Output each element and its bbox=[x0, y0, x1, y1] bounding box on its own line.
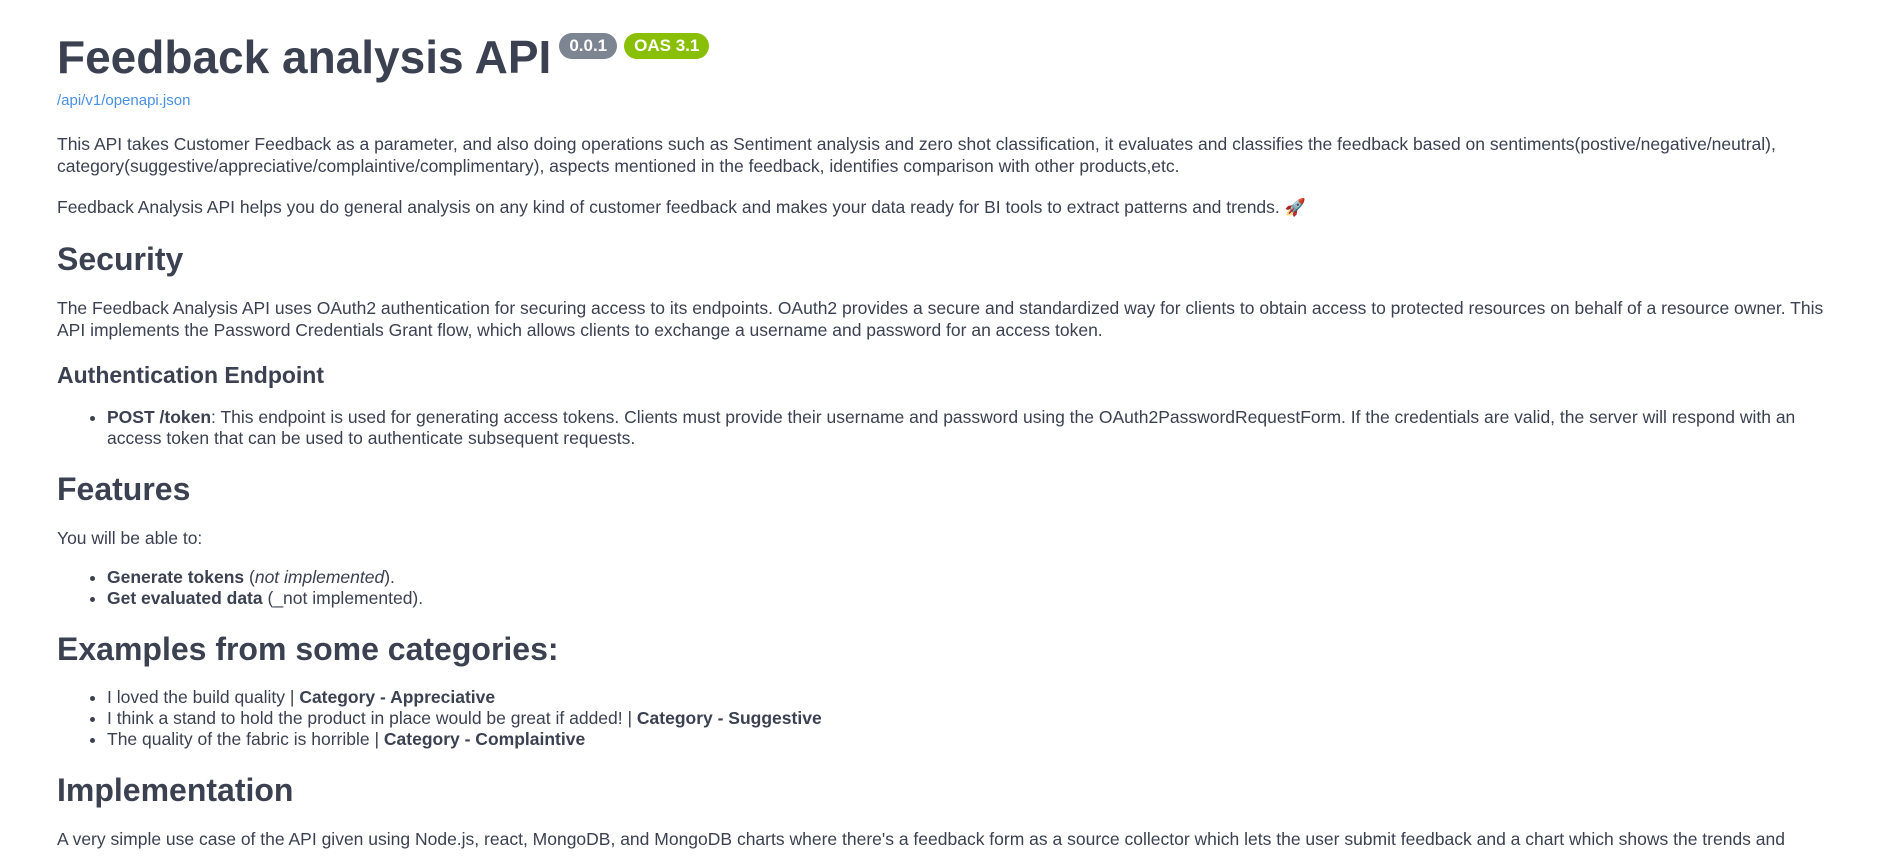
list-item: POST /token: This endpoint is used for g… bbox=[107, 407, 1847, 449]
examples-heading: Examples from some categories: bbox=[57, 631, 559, 667]
implementation-heading: Implementation bbox=[57, 772, 294, 808]
implementation-paragraph: A very simple use case of the API given … bbox=[57, 829, 1785, 849]
list-item: Get evaluated data (_not implemented). bbox=[107, 588, 1847, 609]
list-item: Generate tokens (not implemented). bbox=[107, 567, 1847, 588]
security-paragraph: The Feedback Analysis API uses OAuth2 au… bbox=[57, 298, 1824, 340]
list-item: The quality of the fabric is horrible | … bbox=[107, 729, 1847, 750]
page-title: Feedback analysis API bbox=[57, 31, 552, 83]
endpoint-label: POST /token bbox=[107, 407, 212, 427]
example-text: I loved the build quality | bbox=[107, 687, 300, 707]
auth-endpoint-heading: Authentication Endpoint bbox=[57, 362, 325, 388]
features-heading: Features bbox=[57, 471, 191, 507]
security-heading: Security bbox=[57, 241, 184, 277]
intro-paragraph: This API takes Customer Feedback as a pa… bbox=[57, 134, 1776, 176]
list-item: I think a stand to hold the product in p… bbox=[107, 708, 1847, 729]
example-category: Category - Suggestive bbox=[636, 708, 822, 728]
feature-name: Get evaluated data bbox=[107, 588, 263, 608]
intro-paragraph-2: Feedback Analysis API helps you do gener… bbox=[57, 196, 1847, 219]
feature-note: not implemented bbox=[254, 567, 385, 587]
endpoint-description: : This endpoint is used for generating a… bbox=[107, 407, 1796, 448]
features-intro: You will be able to: bbox=[57, 528, 203, 548]
example-text: I think a stand to hold the product in p… bbox=[107, 708, 637, 728]
version-badge: 0.0.1 bbox=[559, 33, 618, 59]
oas-badge: OAS 3.1 bbox=[624, 33, 710, 59]
rocket-icon: 🚀 bbox=[1284, 198, 1306, 217]
intro-paragraph-2-text: Feedback Analysis API helps you do gener… bbox=[57, 197, 1280, 217]
features-list: Generate tokens (not implemented). Get e… bbox=[57, 567, 1847, 609]
title-row: Feedback analysis API 0.0.1 OAS 3.1 bbox=[57, 30, 1847, 84]
openapi-spec-link[interactable]: /api/v1/openapi.json bbox=[57, 92, 1847, 109]
example-text: The quality of the fabric is horrible | bbox=[107, 729, 384, 749]
feature-name: Generate tokens bbox=[107, 567, 245, 587]
auth-endpoint-list: POST /token: This endpoint is used for g… bbox=[57, 407, 1847, 449]
feature-note-close: ). bbox=[384, 567, 395, 587]
example-category: Category - Appreciative bbox=[299, 687, 496, 707]
examples-list: I loved the build quality | Category - A… bbox=[57, 687, 1847, 750]
feature-note-open: ( bbox=[244, 567, 255, 587]
list-item: I loved the build quality | Category - A… bbox=[107, 687, 1847, 708]
feature-note: (_not implemented). bbox=[262, 588, 424, 608]
example-category: Category - Complaintive bbox=[383, 729, 586, 749]
api-info: Feedback analysis API 0.0.1 OAS 3.1 /api… bbox=[57, 0, 1847, 850]
